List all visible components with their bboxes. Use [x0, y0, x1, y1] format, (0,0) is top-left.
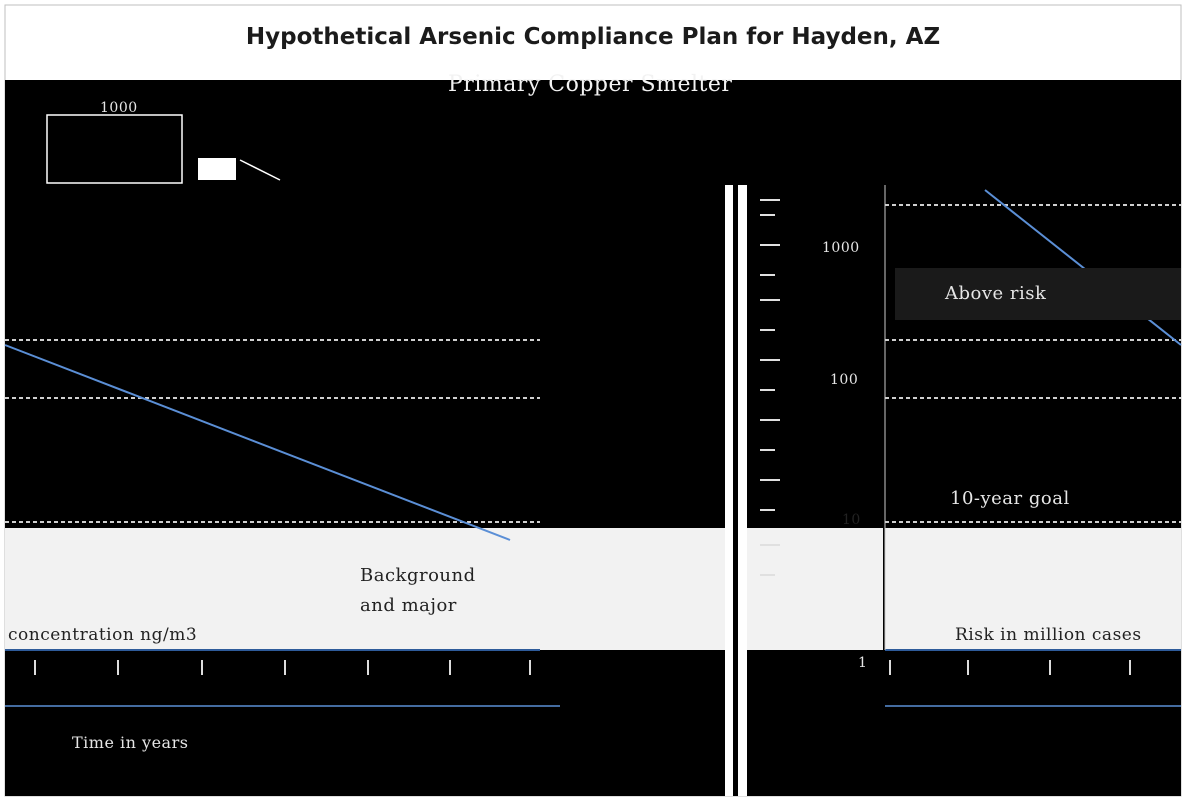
right-band-light-2	[735, 528, 883, 650]
right-label-1: Above risk	[945, 283, 1047, 304]
right-y-tick-1: 1	[858, 655, 868, 671]
left-time-label: Time in years	[72, 733, 189, 752]
left-annotation-2: and major	[360, 595, 457, 616]
right-y-tick-1000: 1000	[822, 240, 860, 256]
right-y-tick-10: 10	[842, 512, 861, 528]
right-label-2: 10-year goal	[950, 488, 1070, 509]
legend-swatch	[198, 158, 236, 180]
left-band-top	[5, 265, 725, 300]
right-label-3: Risk in million cases	[955, 625, 1142, 645]
left-band-1	[5, 185, 725, 265]
chart-canvas	[0, 0, 1186, 797]
right-y-tick-100: 100	[830, 372, 859, 388]
chart-title: Hypothetical Arsenic Compliance Plan for…	[245, 24, 941, 50]
left-y-tick-1000: 1000	[100, 100, 138, 116]
chart-subtitle: Primary Copper Smelter	[448, 72, 733, 97]
left-annotation-1: Background	[360, 565, 476, 586]
left-axis-label: concentration ng/m3	[8, 625, 198, 645]
panel-divider-inner	[733, 185, 738, 796]
